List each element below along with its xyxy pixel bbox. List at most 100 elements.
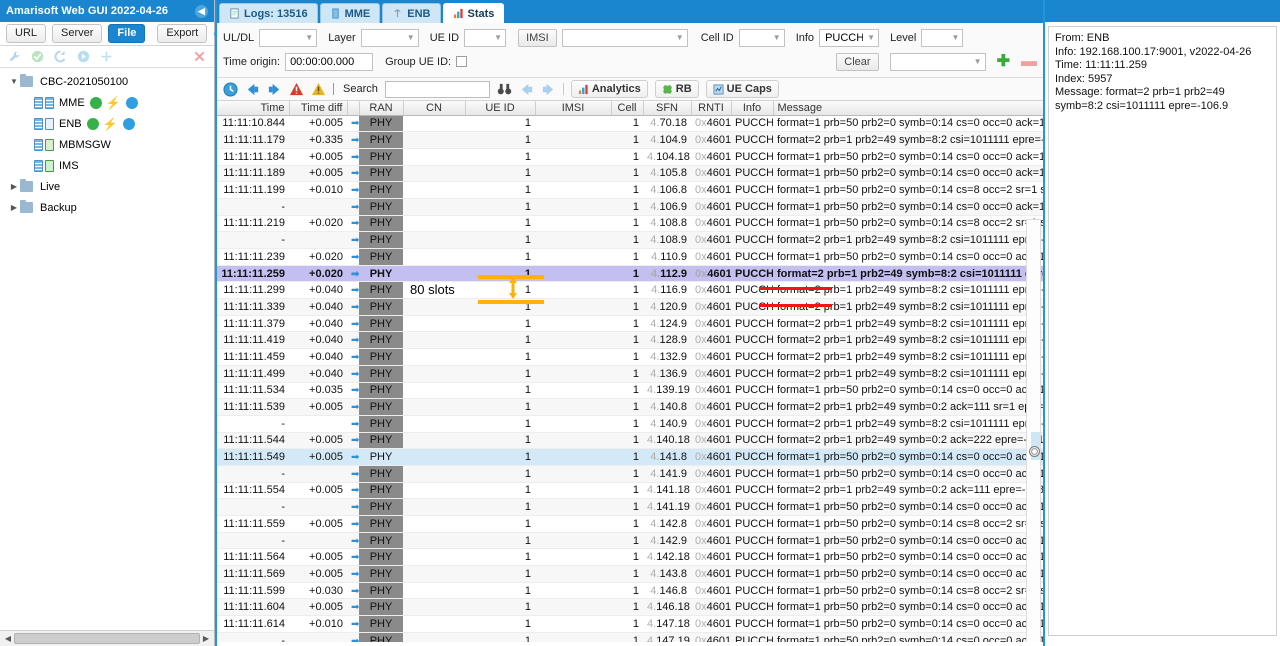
table-row[interactable]: 11:11:11.189 +0.005 ➡ PHY 1 1 4.105.8 0x4601 PUC… (217, 165, 1043, 183)
tree-node-live[interactable]: ▶ Live (4, 179, 214, 194)
back-arrow-icon[interactable] (245, 82, 260, 97)
tree-horizontal-scrollbar[interactable]: ◀ ▶ (0, 630, 214, 646)
table-row[interactable]: 11:11:11.459 +0.040 ➡ PHY 1 1 4.132.9 0x4601 PUC… (217, 348, 1043, 366)
col-ue-id[interactable]: UE ID (465, 101, 536, 116)
binoculars-icon[interactable] (497, 82, 512, 97)
clock-icon[interactable] (223, 81, 238, 97)
tab-enb[interactable]: ENB (382, 3, 441, 23)
scroll-thumb[interactable] (14, 633, 200, 644)
rb-button[interactable]: RB (654, 80, 699, 98)
scroll-right-icon[interactable]: ▶ (200, 634, 212, 643)
table-row[interactable]: 11:11:11.534 +0.035 ➡ PHY 1 1 4.139.19 0x4601 PU… (217, 382, 1043, 400)
chevron-right-icon[interactable]: ▶ (8, 182, 20, 191)
play-icon[interactable] (125, 96, 138, 109)
table-row[interactable]: 11:11:11.219 +0.020 ➡ PHY 1 1 4.108.8 0x4601 PUC… (217, 215, 1043, 233)
tree-node-backup[interactable]: ▶ Backup (4, 200, 214, 215)
search-input[interactable] (384, 80, 490, 98)
table-row[interactable]: 11:11:11.564 +0.005 ➡ PHY 1 1 4.142.18 0x4601 PU… (217, 548, 1043, 567)
chevron-down-icon[interactable]: ▼ (8, 77, 20, 86)
col-info[interactable]: Info (731, 101, 774, 116)
play-circle-icon[interactable] (77, 50, 90, 63)
vertical-scrollbar[interactable] (1026, 219, 1041, 642)
scroll-left-icon[interactable]: ◀ (2, 634, 14, 643)
error-triangle-icon[interactable] (289, 82, 304, 97)
tree-node-cbc[interactable]: ▼ CBC-2021050100 (4, 74, 214, 89)
table-row[interactable]: 11:11:11.549 +0.005 ➡ PHY 1 1 4.141.8 0x4601 PUC… (217, 448, 1043, 466)
delete-x-icon[interactable] (193, 50, 206, 63)
tree-node-mme[interactable]: MME ⚡ (4, 95, 214, 110)
cell-id-select[interactable]: ▼ (738, 28, 785, 47)
table-row[interactable]: 11:11:11.539 +0.005 ➡ PHY 1 1 4.140.8 0x4601 PUC… (217, 398, 1043, 416)
ul-dl-select[interactable]: ▼ (259, 28, 318, 47)
ue-id-select[interactable]: ▼ (464, 28, 507, 47)
table-row[interactable]: 11:11:11.259 +0.020 ➡ PHY 1 1 4.112.9 0x4601 PUC… (217, 265, 1043, 283)
table-row[interactable]: - ➡ PHY 1 1 4.141.19 0x4601 PUCCH format=1 prb=5… (217, 498, 1043, 516)
table-row[interactable]: - ➡ PHY 1 1 4.142.9 0x4601 PUCCH format=1 prb=50… (217, 532, 1043, 550)
analytics-button[interactable]: Analytics (570, 80, 648, 98)
table-row[interactable]: 11:11:11.554 +0.005 ➡ PHY 1 1 4.141.18 0x4601 PU… (217, 482, 1043, 500)
table-row[interactable]: - ➡ PHY 1 1 4.106.9 0x4601 PUCCH format=1 prb=50… (217, 198, 1043, 216)
col-message[interactable]: Message (773, 101, 1043, 116)
info-select[interactable]: PUCCH ▼ (819, 28, 880, 47)
table-row[interactable]: 11:11:11.499 +0.040 ➡ PHY 1 1 4.136.9 0x4601 PUC… (217, 365, 1043, 383)
col-cell[interactable]: Cell (611, 101, 644, 116)
table-row[interactable]: 11:11:11.239 +0.020 ➡ PHY 1 1 4.110.9 0x4601 PUC… (217, 248, 1043, 266)
layer-select[interactable]: ▼ (360, 28, 419, 47)
tab-logs[interactable]: Logs: 13516 (219, 3, 318, 23)
chevron-left-icon[interactable]: ◀ (195, 4, 208, 18)
imsi-button[interactable]: IMSI (518, 28, 557, 47)
check-circle-icon[interactable] (31, 50, 44, 63)
table-row[interactable]: 11:11:11.569 +0.005 ➡ PHY 1 1 4.143.8 0x4601 PUC… (217, 565, 1043, 583)
tree-node-ims[interactable]: IMS (4, 158, 214, 173)
tab-stats[interactable]: Stats (442, 3, 505, 23)
warning-triangle-icon[interactable] (311, 82, 326, 97)
table-row[interactable]: - ➡ PHY 1 1 4.141.9 0x4601 PUCCH format=1 prb=50… (217, 465, 1043, 483)
tree-node-mbmsgw[interactable]: MBMSGW (4, 137, 214, 152)
green-plus-icon[interactable]: ✚ (997, 53, 1010, 69)
ue-caps-button[interactable]: UE Caps (705, 80, 779, 98)
chevron-right-icon[interactable]: ▶ (8, 203, 20, 212)
clear-button[interactable]: Clear (836, 52, 879, 71)
wrench-icon[interactable] (8, 50, 21, 63)
col-time-diff[interactable]: Time diff (289, 101, 348, 116)
tab-mme[interactable]: MME (319, 3, 381, 23)
table-row[interactable]: 11:11:11.599 +0.030 ➡ PHY 1 1 4.146.8 0x4601 PUC… (217, 582, 1043, 600)
play-icon[interactable] (122, 117, 135, 130)
time-origin-input[interactable]: 00:00:00.000 (285, 52, 374, 71)
table-row[interactable]: 11:11:11.199 +0.010 ➡ PHY 1 1 4.106.8 0x4601 PUC… (217, 181, 1043, 199)
table-row[interactable]: 11:11:10.844 +0.005 ➡ PHY 1 1 4.70.18 0x4601 PUC… (217, 115, 1043, 133)
tree-node-enb[interactable]: ENB ⚡ (4, 116, 214, 131)
imsi-select[interactable]: ▼ (561, 28, 688, 47)
file-button[interactable]: File (108, 24, 146, 43)
next-arrow-icon[interactable] (541, 82, 556, 97)
preset-select[interactable]: ▼ (889, 52, 986, 71)
table-row[interactable]: - ➡ PHY 1 1 4.140.9 0x4601 PUCCH format=2 prb=1 … (217, 415, 1043, 433)
table-row[interactable]: 11:11:11.614 +0.010 ➡ PHY 1 1 4.147.18 0x4601 PU… (217, 615, 1043, 633)
scroll-thumb[interactable] (1029, 446, 1040, 457)
url-button[interactable]: URL (6, 24, 47, 43)
export-button[interactable]: Export (157, 24, 208, 43)
red-minus-icon[interactable]: ▬ (1021, 53, 1037, 69)
table-row[interactable]: 11:11:11.339 +0.040 ➡ PHY 1 1 4.120.9 0x4601 PUC… (217, 298, 1043, 316)
col-ran[interactable]: RAN (359, 101, 404, 116)
table-row[interactable]: 11:11:11.544 +0.005 ➡ PHY 1 1 4.140.18 0x4601 PU… (217, 432, 1043, 450)
table-row[interactable]: 11:11:11.179 +0.335 ➡ PHY 1 1 4.104.9 0x4601 PUC… (217, 131, 1043, 149)
table-row[interactable]: 11:11:11.299 +0.040 ➡ PHY 1 1 4.116.9 0x4601 PUC… (217, 281, 1043, 300)
col-sfn[interactable]: SFN (643, 101, 692, 116)
table-row[interactable]: 11:11:11.419 +0.040 ➡ PHY 1 1 4.128.9 0x4601 PUC… (217, 331, 1043, 350)
level-select[interactable]: ▼ (921, 28, 964, 47)
server-button[interactable]: Server (52, 24, 103, 43)
table-row[interactable]: 11:11:11.184 +0.005 ➡ PHY 1 1 4.104.18 0x4601 PU… (217, 148, 1043, 166)
col-time[interactable]: Time (217, 101, 290, 116)
table-row[interactable]: 11:11:11.379 +0.040 ➡ PHY 1 1 4.124.9 0x4601 PUC… (217, 315, 1043, 333)
log-table-container[interactable]: Time Time diff RAN CN UE ID IMSI Cell SF… (217, 101, 1043, 642)
col-cn[interactable]: CN (403, 101, 466, 116)
col-imsi[interactable]: IMSI (535, 101, 612, 116)
plus-icon[interactable] (100, 50, 113, 63)
refresh-icon[interactable] (54, 50, 67, 63)
table-row[interactable]: 11:11:11.604 +0.005 ➡ PHY 1 1 4.146.18 0x4601 PU… (217, 598, 1043, 617)
table-row[interactable]: - ➡ PHY 1 1 4.108.9 0x4601 PUCCH format=2 prb=1 … (217, 231, 1043, 249)
forward-arrow-icon[interactable] (267, 82, 282, 97)
prev-arrow-icon[interactable] (519, 82, 534, 97)
table-row[interactable]: - ➡ PHY 1 1 4.147.19 0x4601 PUCCH format=1 prb=5… (217, 632, 1043, 642)
